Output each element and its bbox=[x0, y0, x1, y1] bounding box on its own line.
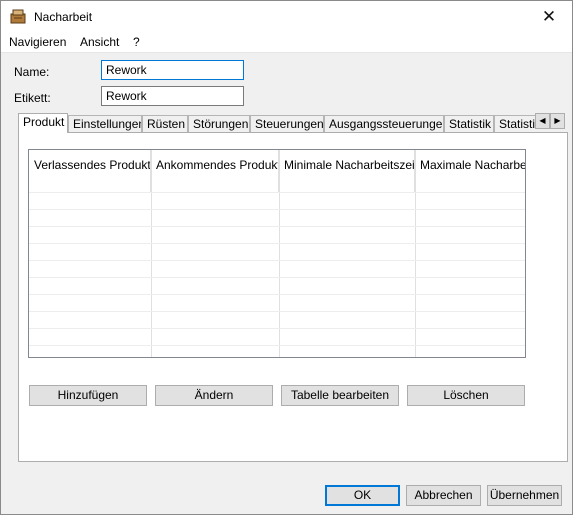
name-field[interactable]: Rework bbox=[101, 60, 244, 80]
menu-ansicht[interactable]: Ansicht bbox=[80, 35, 119, 49]
grid-line bbox=[29, 277, 525, 278]
grid-line bbox=[29, 311, 525, 312]
arrow-left-icon: ◀ bbox=[539, 116, 546, 125]
column-header-verlassendes-produkt[interactable]: Verlassendes Produkt bbox=[29, 150, 151, 192]
grid-line bbox=[29, 226, 525, 227]
app-icon bbox=[10, 9, 26, 24]
tab-ruesten[interactable]: Rüsten bbox=[142, 115, 188, 133]
menu-navigieren[interactable]: Navigieren bbox=[9, 35, 66, 49]
window-title: Nacharbeit bbox=[34, 10, 93, 24]
ok-button[interactable]: OK bbox=[325, 485, 400, 506]
tab-statistik-2[interactable]: Statistik bbox=[494, 115, 538, 133]
arrow-right-icon: ▶ bbox=[554, 116, 561, 125]
edit-table-button[interactable]: Tabelle bearbeiten bbox=[281, 385, 399, 406]
etikett-label: Etikett: bbox=[14, 91, 51, 105]
grid-line bbox=[29, 192, 525, 193]
grid-line bbox=[29, 294, 525, 295]
apply-button[interactable]: Übernehmen bbox=[487, 485, 562, 506]
tab-steuerungen[interactable]: Steuerungen bbox=[250, 115, 324, 133]
etikett-field[interactable]: Rework bbox=[101, 86, 244, 106]
grid-line bbox=[29, 260, 525, 261]
column-header-ankommendes-produkt[interactable]: Ankommendes Produkt bbox=[151, 150, 279, 192]
close-button[interactable]: ✕ bbox=[526, 1, 572, 32]
tab-scroll-right-button[interactable]: ▶ bbox=[550, 113, 565, 129]
tab-produkt[interactable]: Produkt bbox=[18, 113, 68, 133]
tab-statistik[interactable]: Statistik bbox=[444, 115, 494, 133]
grid-line bbox=[29, 328, 525, 329]
column-divider bbox=[415, 150, 416, 357]
close-icon: ✕ bbox=[541, 7, 557, 26]
menu-help[interactable]: ? bbox=[133, 35, 140, 49]
menu-bar: Navigieren Ansicht ? bbox=[1, 32, 572, 53]
grid-line bbox=[29, 345, 525, 346]
add-button[interactable]: Hinzufügen bbox=[29, 385, 147, 406]
grid-line bbox=[29, 243, 525, 244]
column-divider bbox=[151, 150, 152, 357]
title-bar[interactable]: Nacharbeit ✕ bbox=[1, 1, 572, 32]
tab-ausgangssteuerungen[interactable]: Ausgangssteuerungen bbox=[324, 115, 444, 133]
tab-strip: Produkt Einstellungen Rüsten Störungen S… bbox=[18, 113, 538, 133]
name-label: Name: bbox=[14, 65, 50, 79]
column-divider bbox=[279, 150, 280, 357]
grid-line bbox=[29, 209, 525, 210]
edit-button[interactable]: Ändern bbox=[155, 385, 273, 406]
tab-einstellungen[interactable]: Einstellungen bbox=[68, 115, 142, 133]
tab-scroll-left-button[interactable]: ◀ bbox=[535, 113, 550, 129]
dialog-window: Nacharbeit ✕ Navigieren Ansicht ? Name: … bbox=[0, 0, 573, 515]
delete-button[interactable]: Löschen bbox=[407, 385, 525, 406]
column-header-minimale-nacharbeitszeit[interactable]: Minimale Nacharbeitszeit bbox=[279, 150, 415, 192]
cancel-button[interactable]: Abbrechen bbox=[406, 485, 481, 506]
column-header-maximale-nacharbeitszeit[interactable]: Maximale Nacharbeitszeit bbox=[415, 150, 525, 192]
product-table[interactable]: Verlassendes Produkt Ankommendes Produkt… bbox=[28, 149, 526, 358]
tab-scroll-buttons: ◀ ▶ bbox=[535, 113, 566, 130]
tab-stoerungen[interactable]: Störungen bbox=[188, 115, 250, 133]
